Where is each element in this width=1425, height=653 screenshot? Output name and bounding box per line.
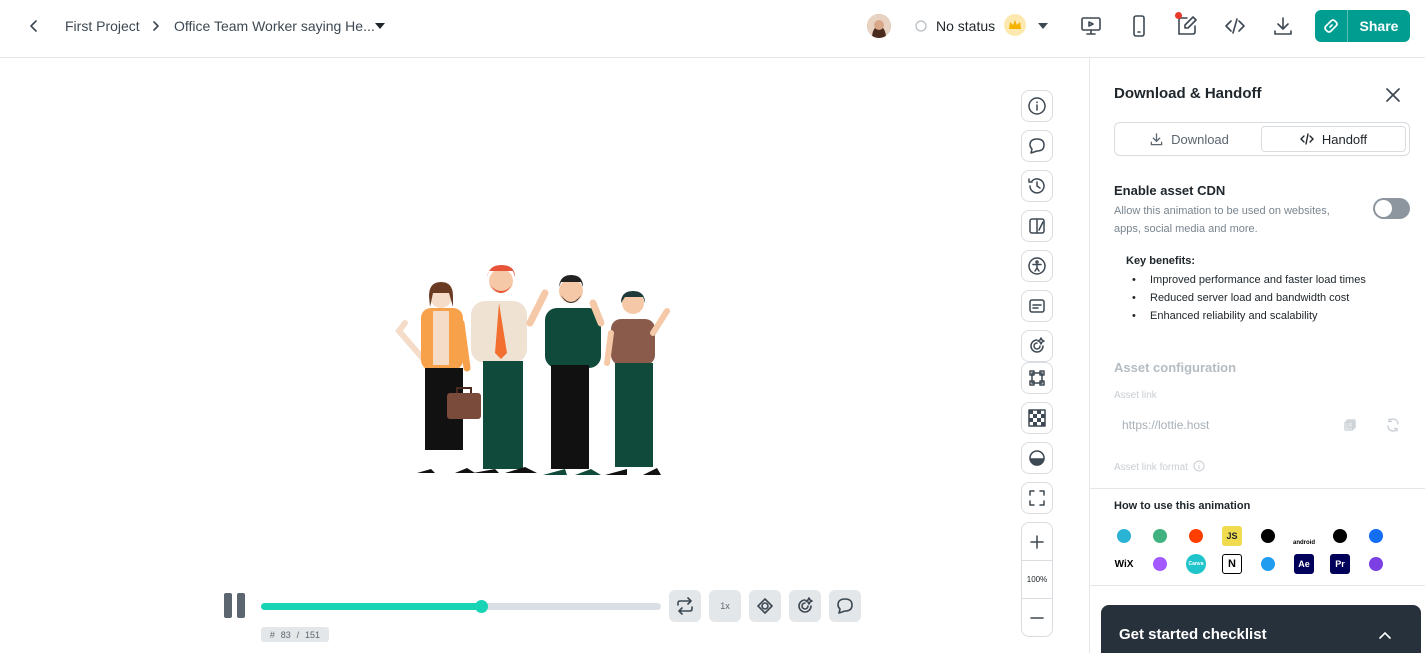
react-icon[interactable] (1114, 526, 1134, 546)
premiere-icon[interactable]: Pr (1330, 554, 1350, 574)
link-icon[interactable] (1315, 10, 1348, 42)
progress-handle[interactable] (474, 600, 488, 613)
ai-motion-icon[interactable] (1021, 330, 1053, 362)
tab-download-icon (1150, 132, 1163, 145)
benefit-item: Improved performance and faster load tim… (1132, 274, 1366, 286)
desktop-preview-icon[interactable] (1078, 14, 1104, 38)
tab-download[interactable]: Download (1118, 126, 1261, 152)
cdn-toggle[interactable] (1373, 198, 1410, 219)
figma-icon[interactable] (1150, 554, 1170, 574)
asset-link-format-label: Asset link format (1114, 460, 1205, 473)
get-started-checklist[interactable]: Get started checklist (1101, 605, 1421, 653)
share-label[interactable]: Share (1348, 10, 1410, 42)
framer-icon[interactable] (1330, 526, 1350, 546)
cdn-title: Enable asset CDN (1114, 183, 1226, 198)
crown-icon (1004, 14, 1026, 36)
download-icon[interactable] (1270, 14, 1296, 38)
fullscreen-icon[interactable] (1021, 482, 1053, 514)
zoom-in-icon[interactable] (1022, 523, 1052, 561)
download-handoff-panel: Download & Handoff Download Handoff Enab… (1089, 58, 1425, 653)
caret-down-icon[interactable] (373, 20, 387, 32)
subtitles-icon[interactable] (1021, 290, 1053, 322)
wix-icon[interactable]: WiX (1114, 554, 1134, 574)
tab-handoff[interactable]: Handoff (1261, 126, 1406, 152)
theme-icon[interactable] (1021, 210, 1053, 242)
chevron-right-icon (149, 19, 163, 33)
canva-icon[interactable]: Canva (1186, 554, 1206, 574)
bounding-box-icon[interactable] (1021, 362, 1053, 394)
back-arrow-icon[interactable] (22, 14, 46, 38)
progress-slider[interactable] (261, 600, 661, 613)
avatar[interactable] (867, 14, 891, 38)
notification-dot (1175, 12, 1182, 19)
status-label[interactable]: No status (936, 18, 995, 34)
benefit-item: Reduced server load and bandwidth cost (1132, 292, 1349, 304)
how-to-use-section: How to use this animation JS android WiX Ca… (1090, 488, 1425, 586)
tab-handoff-code-icon (1299, 133, 1314, 145)
checklist-title: Get started checklist (1119, 626, 1267, 643)
asset-link-label: Asset link (1114, 390, 1157, 401)
history-icon[interactable] (1021, 170, 1053, 202)
benefit-item: Enhanced reliability and scalability (1132, 310, 1317, 322)
chevron-up-icon[interactable] (1377, 627, 1393, 643)
progress-fill (261, 603, 481, 610)
copy-icon[interactable] (1342, 418, 1358, 432)
js-icon[interactable]: JS (1222, 526, 1242, 546)
vue-icon[interactable] (1150, 526, 1170, 546)
top-bar: First Project Office Team Worker saying … (0, 0, 1425, 58)
speed-button[interactable]: 1x (709, 590, 741, 622)
info-small-icon[interactable] (1193, 460, 1205, 472)
pause-icon (224, 593, 232, 618)
accessibility-icon[interactable] (1021, 250, 1053, 282)
segments-icon[interactable] (749, 590, 781, 622)
webflow-icon[interactable] (1366, 526, 1386, 546)
after-effects-icon[interactable]: Ae (1294, 554, 1314, 574)
asset-link-value: https://lottie.host (1122, 418, 1210, 432)
how-to-use-title: How to use this animation (1114, 500, 1251, 512)
zoom-out-icon[interactable] (1022, 599, 1052, 637)
code-icon[interactable] (1222, 14, 1248, 38)
edit-icon[interactable] (1174, 12, 1200, 39)
background-color-icon[interactable] (1021, 442, 1053, 474)
ai-motion-player-icon[interactable] (789, 590, 821, 622)
svelte-icon[interactable] (1186, 526, 1206, 546)
breadcrumb-project[interactable]: First Project (65, 18, 140, 34)
apple-icon[interactable] (1258, 526, 1278, 546)
info-icon[interactable] (1021, 90, 1053, 122)
panel-tabs: Download Handoff (1114, 122, 1410, 156)
close-icon[interactable] (1382, 84, 1404, 106)
final-cut-icon[interactable] (1366, 554, 1386, 574)
pause-button[interactable] (224, 593, 248, 619)
benefits-title: Key benefits: (1126, 255, 1196, 267)
keynote-icon[interactable] (1258, 554, 1278, 574)
breadcrumb-file[interactable]: Office Team Worker saying He... (174, 18, 375, 34)
cdn-description: Allow this animation to be used on websi… (1114, 205, 1330, 235)
status-circle-icon (914, 19, 928, 33)
android-icon[interactable]: android (1293, 526, 1315, 546)
team-illustration (395, 265, 670, 475)
share-button[interactable]: Share (1315, 10, 1410, 42)
loop-icon[interactable] (669, 590, 701, 622)
zoom-level[interactable]: 100% (1022, 561, 1052, 599)
asset-config-title: Asset configuration (1114, 360, 1237, 375)
refresh-icon[interactable] (1385, 417, 1401, 433)
panel-title: Download & Handoff (1114, 85, 1262, 102)
status-caret-down-icon[interactable] (1036, 20, 1050, 32)
transparency-grid-icon[interactable] (1021, 402, 1053, 434)
animation-canvas: 100% (0, 58, 1089, 653)
player-comment-icon[interactable] (829, 590, 861, 622)
frame-counter: # 83 / 151 (261, 627, 329, 642)
comment-icon[interactable] (1021, 130, 1053, 162)
zoom-controls: 100% (1021, 522, 1053, 637)
notion-icon[interactable]: N (1222, 554, 1242, 574)
mobile-preview-icon[interactable] (1127, 14, 1151, 38)
